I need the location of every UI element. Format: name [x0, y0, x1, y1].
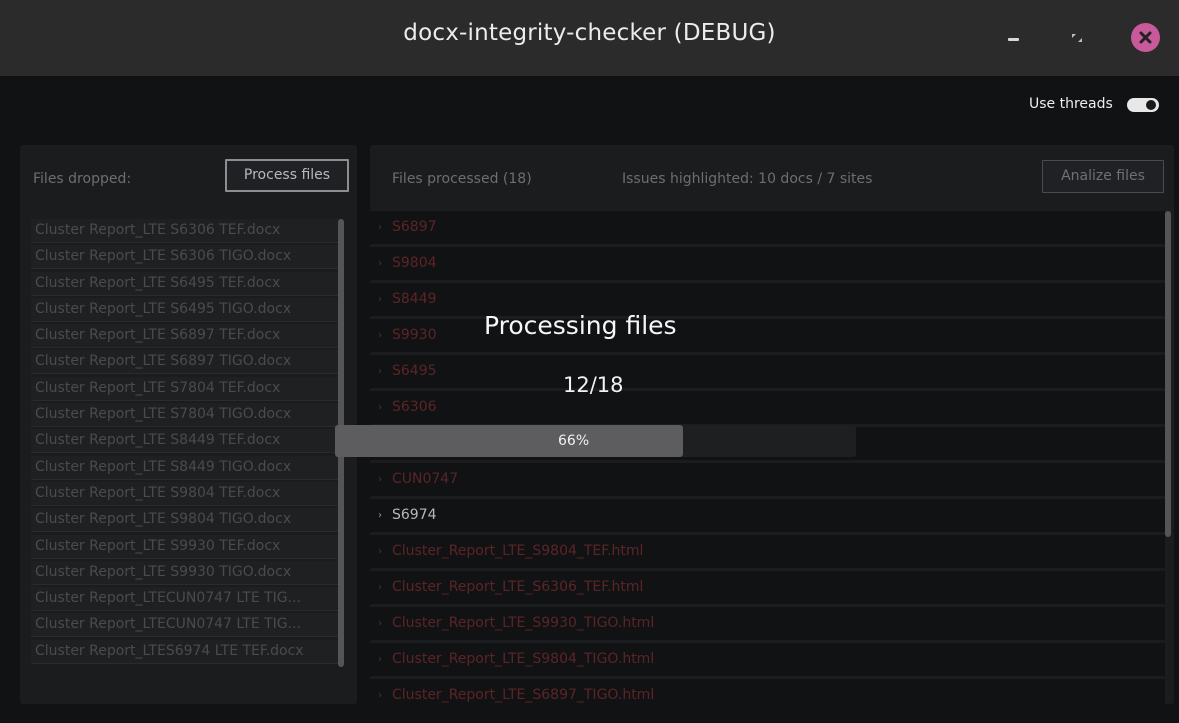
processed-item[interactable]: › S6306 — [370, 391, 1165, 424]
processed-item[interactable]: › Cluster_Report_LTE_S9804_TIGO.html — [370, 643, 1165, 676]
processed-item-label: S6897 — [392, 219, 437, 235]
main-area: Use threads Files dropped: Process files… — [0, 76, 1179, 723]
dropped-file-item[interactable]: Cluster Report_LTE S8449 TIGO.docx — [31, 455, 341, 480]
processed-items-list: ›S6897›S9804›S8449›S9930›S6495›S6306›S78… — [370, 211, 1165, 704]
processed-item-label: S6306 — [392, 399, 437, 415]
use-threads-toggle[interactable] — [1127, 98, 1159, 112]
chevron-right-icon: › — [378, 618, 382, 629]
processed-item[interactable]: › CUN0747 — [370, 463, 1165, 496]
processed-item[interactable]: › S6897 — [370, 211, 1165, 244]
toggle-knob — [1146, 100, 1156, 110]
processed-item[interactable]: › Cluster_Report_LTE_S9930_TIGO.html — [370, 607, 1165, 640]
dropped-file-item[interactable]: Cluster Report_LTE S9930 TIGO.docx — [31, 560, 341, 585]
analyze-files-button[interactable]: Analize files — [1042, 160, 1164, 193]
chevron-right-icon: › — [378, 510, 382, 521]
restore-icon — [1072, 34, 1082, 42]
chevron-right-icon: › — [378, 582, 382, 593]
use-threads-label: Use threads — [1029, 96, 1113, 112]
chevron-right-icon: › — [378, 258, 382, 269]
dropped-file-item[interactable]: Cluster Report_LTE S7804 TIGO.docx — [31, 403, 341, 428]
results-scrollbar[interactable] — [1165, 211, 1171, 537]
processed-item-label: S6495 — [392, 363, 437, 379]
files-dropped-panel: Files dropped: Process files Cluster Rep… — [20, 145, 357, 704]
chevron-right-icon: › — [378, 330, 382, 341]
chevron-right-icon: › — [378, 546, 382, 557]
dropped-file-item[interactable]: Cluster Report_LTE S9804 TEF.docx — [31, 481, 341, 506]
dropped-file-item[interactable]: Cluster Report_LTE S7804 TEF.docx — [31, 376, 341, 401]
processed-item[interactable]: › Cluster_Report_LTE_S6897_TIGO.html — [370, 679, 1165, 704]
dropped-file-item[interactable]: Cluster Report_LTE S6495 TEF.docx — [31, 271, 341, 296]
close-icon — [1139, 31, 1152, 44]
processed-item-label: S9804 — [392, 255, 437, 271]
processed-item[interactable]: › S6974 — [370, 499, 1165, 532]
files-dropped-label: Files dropped: — [33, 171, 132, 187]
dropped-file-item[interactable]: Cluster Report_LTE S6306 TEF.docx — [31, 219, 341, 243]
chevron-right-icon: › — [378, 402, 382, 413]
process-files-button[interactable]: Process files — [225, 159, 349, 192]
dropped-file-item[interactable]: Cluster Report_LTE S8449 TEF.docx — [31, 429, 341, 454]
title-bar: docx-integrity-checker (DEBUG) — [0, 0, 1179, 76]
dropped-file-item[interactable]: Cluster Report_LTECUN0747 LTE TIG... — [31, 587, 341, 612]
processed-item-label: Cluster_Report_LTE_S9804_TEF.html — [392, 543, 644, 559]
processing-count: 12/18 — [563, 373, 624, 397]
processed-item-label: Cluster_Report_LTE_S6306_TEF.html — [392, 579, 644, 595]
processed-item[interactable]: › Cluster_Report_LTE_S9804_TEF.html — [370, 535, 1165, 568]
dropped-file-item[interactable]: Cluster Report_LTE S6897 TIGO.docx — [31, 350, 341, 375]
chevron-right-icon: › — [378, 222, 382, 233]
processed-item-label: CUN0747 — [392, 471, 459, 487]
issues-highlighted-label: Issues highlighted: 10 docs / 7 sites — [622, 171, 873, 187]
chevron-right-icon: › — [378, 294, 382, 305]
dropped-files-list: Cluster Report_LTE S6306 TEF.docx Cluster… — [31, 219, 341, 666]
processing-title: Processing files — [484, 311, 677, 340]
minimize-button[interactable] — [1002, 24, 1030, 52]
processed-item-label: S6974 — [392, 507, 437, 523]
processed-item[interactable]: › S9804 — [370, 247, 1165, 280]
minimize-icon — [1008, 38, 1019, 41]
dropped-file-item[interactable]: Cluster Report_LTECUN0747 LTE TIG... — [31, 613, 341, 638]
dropped-file-item[interactable]: Cluster Report_LTE S6897 TEF.docx — [31, 324, 341, 349]
close-button[interactable] — [1131, 23, 1160, 52]
dropped-file-item[interactable]: Cluster Report_LTE S6306 TIGO.docx — [31, 245, 341, 270]
progress-bar: 66% — [335, 425, 856, 457]
processed-item-label: Cluster_Report_LTE_S6897_TIGO.html — [392, 687, 655, 703]
dropped-file-item[interactable]: Cluster Report_LTE S6495 TIGO.docx — [31, 297, 341, 322]
processed-item[interactable]: › Cluster_Report_LTE_S6306_TEF.html — [370, 571, 1165, 604]
chevron-right-icon: › — [378, 654, 382, 665]
chevron-right-icon: › — [378, 690, 382, 701]
dropped-file-item[interactable]: Cluster Report_LTES6974 LTE TEF.docx — [31, 639, 341, 664]
dropped-file-item[interactable]: Cluster Report_LTE S9930 TEF.docx — [31, 534, 341, 559]
chevron-right-icon: › — [378, 366, 382, 377]
chevron-right-icon: › — [378, 474, 382, 485]
files-processed-label: Files processed (18) — [392, 171, 532, 187]
processed-item[interactable]: › S6495 — [370, 355, 1165, 388]
restore-button[interactable] — [1063, 24, 1091, 52]
progress-percent: 66% — [558, 433, 590, 449]
dropped-file-item[interactable]: Cluster Report_LTE S9804 TIGO.docx — [31, 508, 341, 533]
processed-item-label: Cluster_Report_LTE_S9930_TIGO.html — [392, 615, 655, 631]
processed-item-label: Cluster_Report_LTE_S9804_TIGO.html — [392, 651, 655, 667]
processed-item-label: S9930 — [392, 327, 437, 343]
processed-item-label: S8449 — [392, 291, 437, 307]
progress-fill — [335, 425, 683, 457]
